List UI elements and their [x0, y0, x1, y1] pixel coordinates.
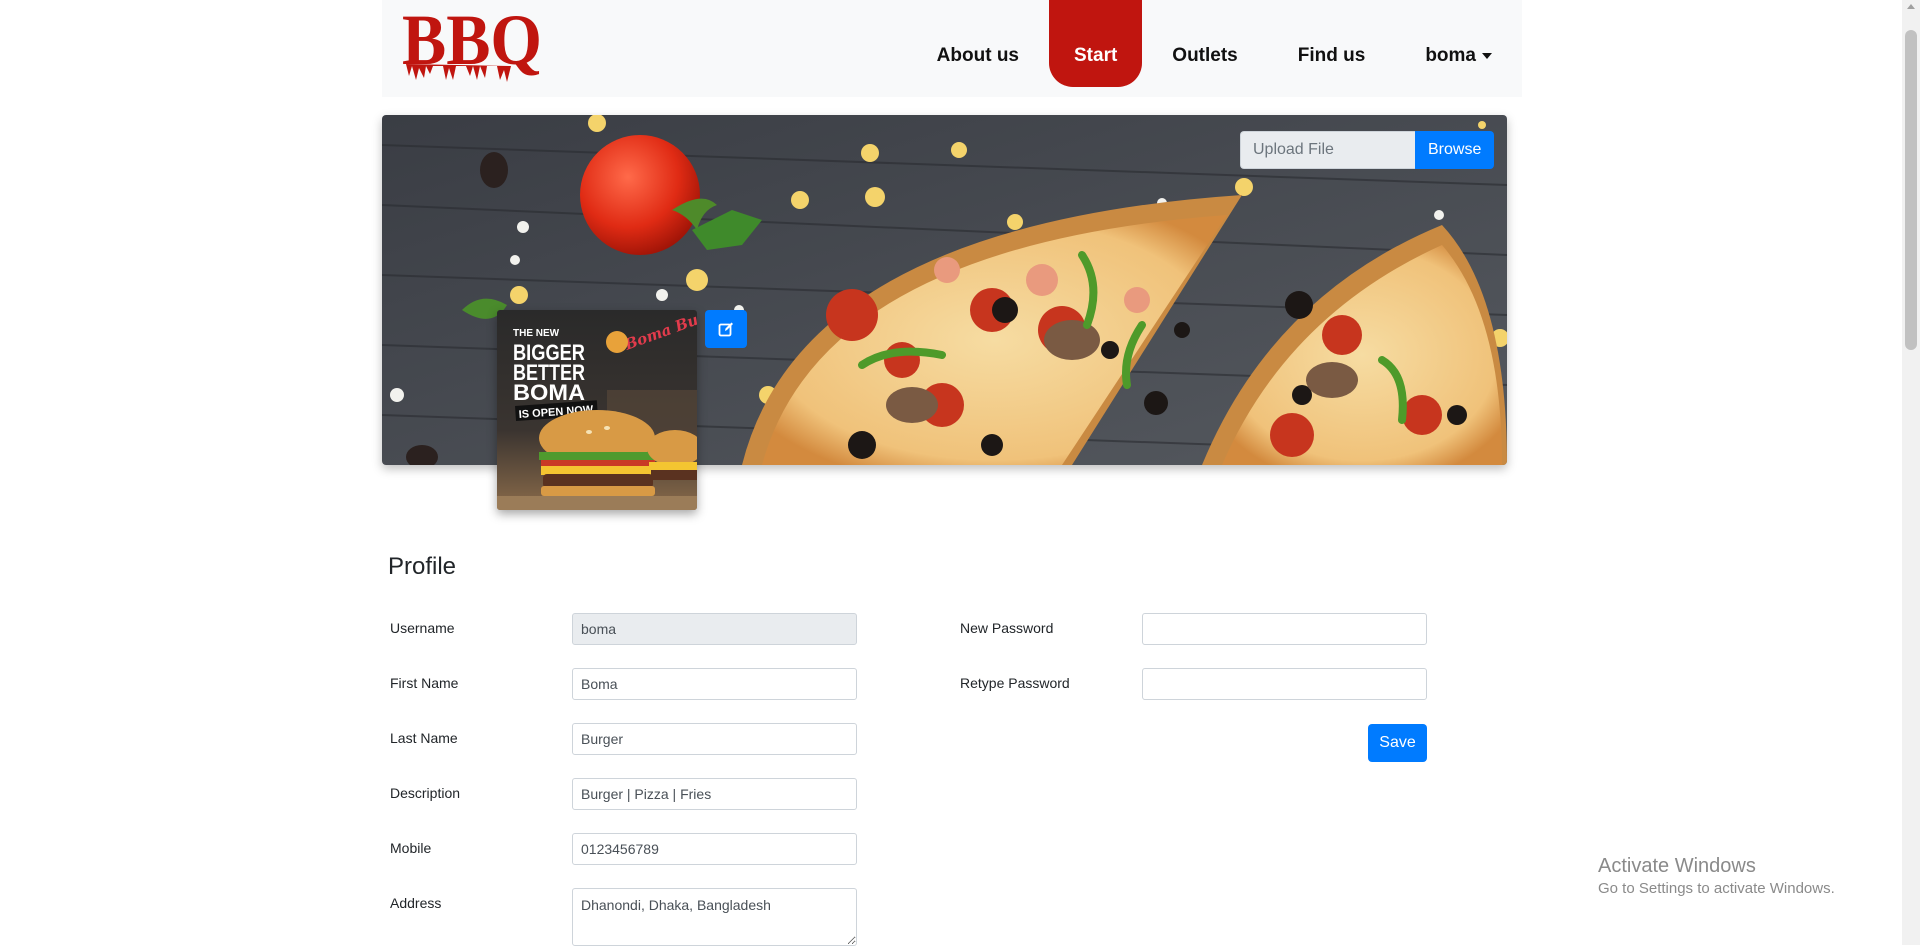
- first-name-label: First Name: [390, 675, 459, 691]
- user-name: boma: [1425, 45, 1476, 66]
- address-label: Address: [390, 895, 442, 911]
- mobile-field[interactable]: [572, 833, 857, 865]
- description-field[interactable]: [572, 778, 857, 810]
- save-button[interactable]: Save: [1368, 724, 1427, 762]
- nav-links: About us Start Outlets Find us boma: [907, 0, 1522, 87]
- upload-file-group: Browse: [1240, 131, 1495, 169]
- activate-windows-watermark: Activate Windows Go to Settings to activ…: [1598, 855, 1835, 897]
- edit-avatar-button[interactable]: [705, 310, 747, 348]
- svg-text:BOMA: BOMA: [513, 380, 585, 405]
- retype-password-field[interactable]: [1142, 668, 1427, 700]
- last-name-field[interactable]: [572, 723, 857, 755]
- nav-user-dropdown[interactable]: boma: [1395, 0, 1522, 87]
- username-field[interactable]: [572, 613, 857, 645]
- profile-title: Profile: [388, 553, 457, 580]
- navbar: BBQ About us Start Outlets Find us boma: [382, 0, 1522, 97]
- nav-outlets[interactable]: Outlets: [1142, 0, 1267, 87]
- profile-avatar: THE NEW BIGGER BETTER BOMA IS OPEN NOW B…: [497, 310, 697, 510]
- new-password-field[interactable]: [1142, 613, 1427, 645]
- last-name-label: Last Name: [390, 730, 458, 746]
- edit-icon: [718, 322, 733, 337]
- page-scrollbar[interactable]: [1902, 0, 1920, 945]
- svg-text:THE NEW: THE NEW: [513, 328, 560, 339]
- address-field[interactable]: Dhanondi, Dhaka, Bangladesh: [572, 888, 857, 946]
- bbq-logo[interactable]: BBQ: [402, 0, 544, 82]
- description-label: Description: [390, 785, 461, 801]
- caret-down-icon: [1482, 52, 1492, 59]
- new-password-label: New Password: [960, 620, 1054, 636]
- upload-file-input[interactable]: [1240, 131, 1415, 169]
- browse-button[interactable]: Browse: [1415, 131, 1495, 169]
- retype-password-label: Retype Password: [960, 675, 1070, 691]
- nav-about-us[interactable]: About us: [907, 0, 1049, 87]
- username-label: Username: [390, 620, 455, 636]
- nav-start[interactable]: Start: [1049, 0, 1143, 87]
- nav-find-us[interactable]: Find us: [1268, 0, 1396, 87]
- scroll-up-icon[interactable]: [1907, 4, 1915, 9]
- mobile-label: Mobile: [390, 840, 432, 856]
- watermark-title: Activate Windows: [1598, 855, 1756, 877]
- scroll-thumb[interactable]: [1905, 30, 1917, 350]
- watermark-subtitle: Go to Settings to activate Windows.: [1598, 880, 1835, 897]
- first-name-field[interactable]: [572, 668, 857, 700]
